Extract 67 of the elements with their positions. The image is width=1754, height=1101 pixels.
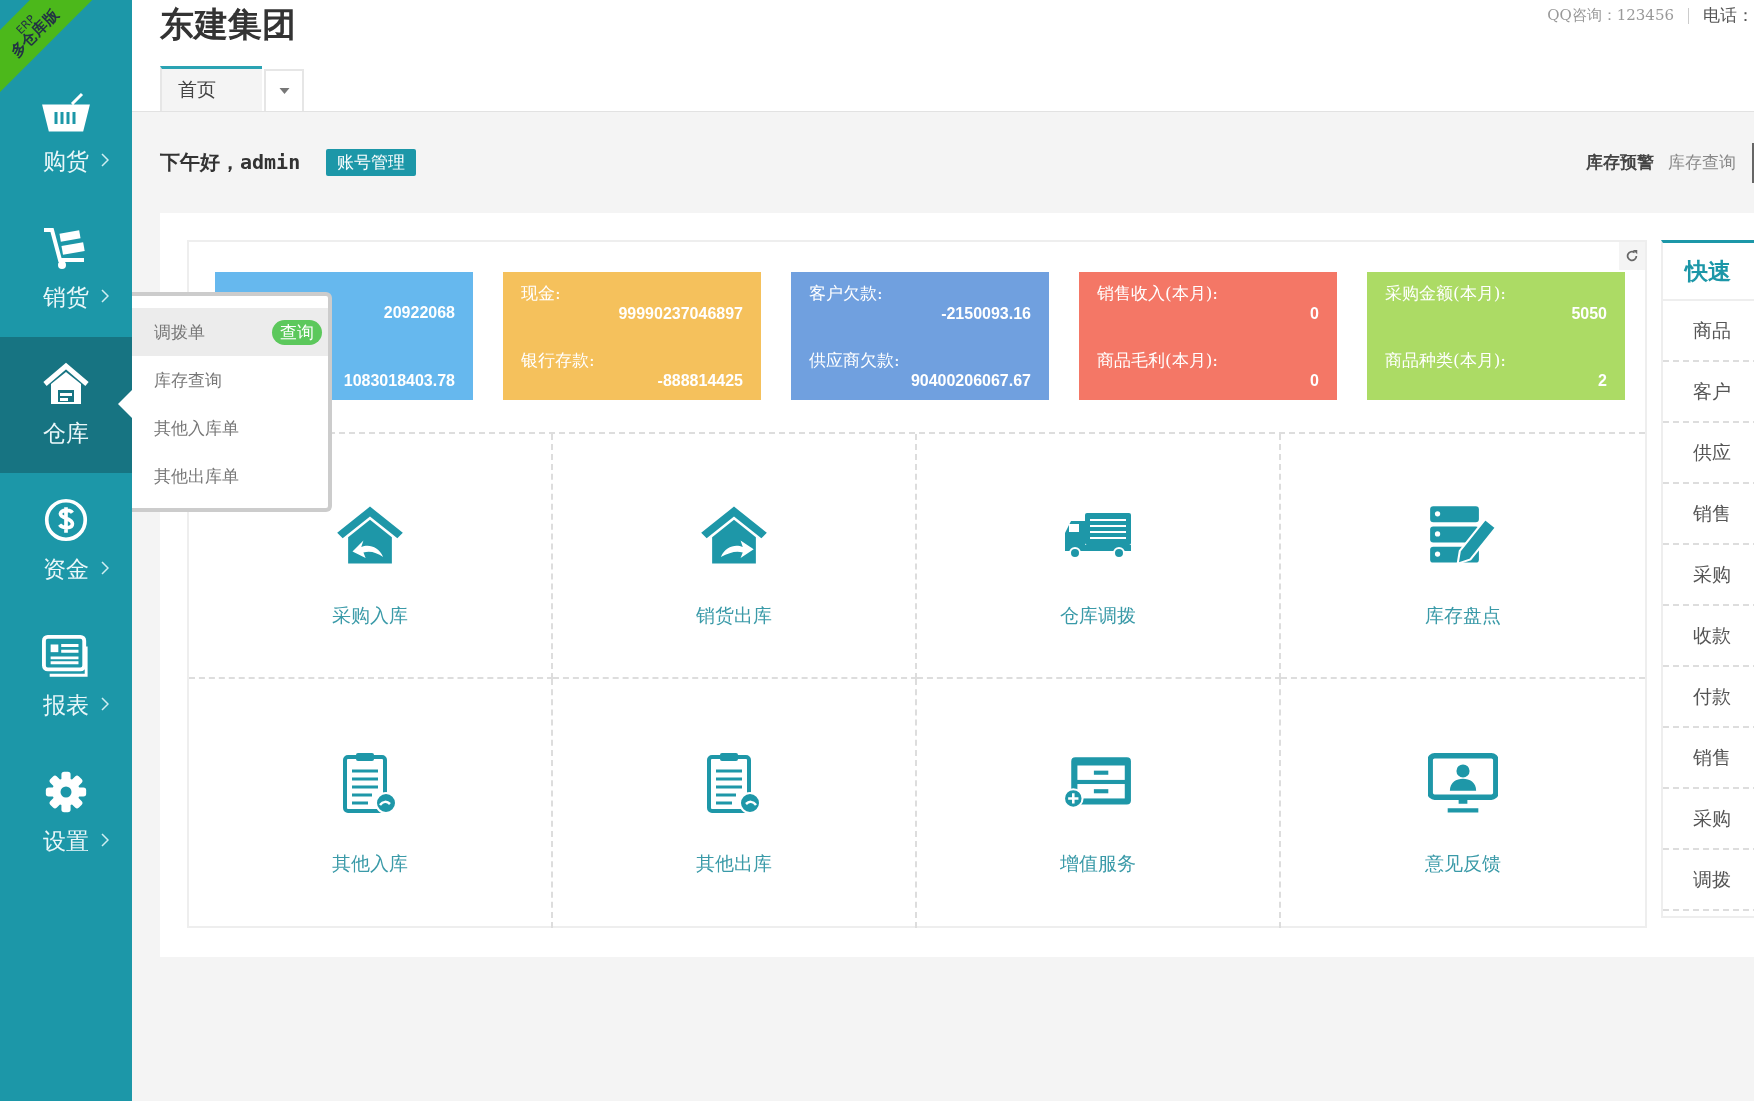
stat-value: 20922068 xyxy=(382,304,455,322)
stat-label: 商品种类(本月): xyxy=(1385,349,1507,372)
stat-value: 90400206067.67 xyxy=(909,372,1031,390)
warehouse-icon xyxy=(42,361,90,406)
chevron-right-icon xyxy=(101,153,109,167)
quick-link[interactable]: 供应 xyxy=(1663,423,1754,484)
submenu-item[interactable]: 调拨单 查询 xyxy=(132,308,328,356)
chevron-right-icon xyxy=(101,289,109,303)
company-title: 东建集团 xyxy=(160,3,296,46)
header-link[interactable]: 库存预警 xyxy=(1586,151,1654,174)
stat-value: 0 xyxy=(1309,305,1319,323)
header-link[interactable]: 库存查询 xyxy=(1668,151,1736,174)
sidebar-item[interactable]: 资金 xyxy=(0,473,132,609)
query-badge[interactable]: 查询 xyxy=(272,319,322,345)
contact-info: QQ咨询：123456 xyxy=(1547,6,1674,25)
sidebar-item[interactable]: 销货 xyxy=(0,201,132,337)
chevron-right-icon xyxy=(101,833,109,847)
sidebar-item[interactable]: 设置 xyxy=(0,745,132,881)
stat-value: -888814425 xyxy=(656,372,743,390)
newspaper-icon xyxy=(42,633,90,678)
shortcut-tile[interactable]: 意见反馈 xyxy=(1281,679,1645,928)
shortcut-tile[interactable]: 仓库调拨 xyxy=(917,434,1281,679)
caret-icon xyxy=(278,88,290,94)
quick-link[interactable]: 采购 xyxy=(1663,789,1754,850)
quick-link[interactable]: 销售 xyxy=(1663,728,1754,789)
monitor-user-icon xyxy=(1428,750,1498,815)
stat-label: 供应商欠款: xyxy=(809,349,901,372)
account-button[interactable]: 账号管理 xyxy=(326,149,417,176)
quick-link[interactable]: 采购 xyxy=(1663,545,1754,606)
submenu-label: 库存查询 xyxy=(154,368,222,392)
refresh-button[interactable] xyxy=(1619,242,1645,270)
quick-link[interactable]: 付款 xyxy=(1663,667,1754,728)
sidebar-item[interactable]: 报表 xyxy=(0,609,132,745)
submenu-label: 调拨单 xyxy=(154,320,205,344)
dollar-icon xyxy=(42,497,90,542)
stat-label: 客户欠款: xyxy=(809,282,884,305)
shortcut-tile[interactable]: 增值服务 xyxy=(917,679,1281,928)
greeting-text: 下午好，admin xyxy=(160,149,301,176)
stat-value: 1083018403.78 xyxy=(342,372,455,390)
stat-label: 采购金额(本月): xyxy=(1385,282,1507,305)
chevron-right-icon xyxy=(101,697,109,711)
contact-info: 电话： xyxy=(1703,4,1754,27)
stat-label: 银行存款: xyxy=(521,349,596,372)
stat-label: 商品毛利(本月): xyxy=(1097,349,1219,372)
shortcut-tile[interactable]: 销货出库 xyxy=(553,434,917,679)
chevron-right-icon xyxy=(101,561,109,575)
quick-link[interactable]: 调拨 xyxy=(1663,850,1754,911)
sidebar-item[interactable]: 购货 xyxy=(0,65,132,201)
sidebar-item[interactable]: 仓库 xyxy=(0,337,132,473)
panel-title: 快速 xyxy=(1663,243,1754,301)
shortcut-tile[interactable]: 其他入库 xyxy=(189,679,553,928)
shortcut-tile[interactable]: 其他出库 xyxy=(553,679,917,928)
stat-value: 0 xyxy=(1309,372,1319,390)
quick-link[interactable]: 收款 xyxy=(1663,606,1754,667)
stat-label: 销售收入(本月): xyxy=(1097,282,1219,305)
tab[interactable]: 首页 xyxy=(160,66,262,111)
stat-label: 现金: xyxy=(521,282,562,305)
quick-link[interactable]: 客户 xyxy=(1663,362,1754,423)
submenu-item[interactable]: 库存查询 xyxy=(132,356,328,404)
quick-link[interactable]: 销售 xyxy=(1663,484,1754,545)
refresh-icon xyxy=(1625,249,1639,263)
shortcut-tile[interactable]: 库存盘点 xyxy=(1281,434,1645,679)
stat-value: 5050 xyxy=(1570,305,1607,323)
stat-value: 2 xyxy=(1597,372,1607,390)
stat-value: 99990237046897 xyxy=(617,305,743,323)
stat-value: -2150093.16 xyxy=(940,305,1031,323)
quick-link[interactable]: 商品 xyxy=(1663,301,1754,362)
